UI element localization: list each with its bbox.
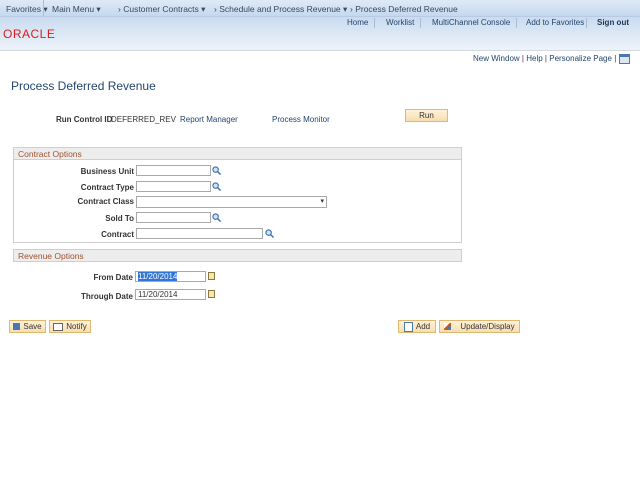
save-icon (13, 323, 21, 330)
business-unit-input[interactable] (136, 165, 211, 176)
divider: | (614, 54, 617, 64)
crumb-label: Process Deferred Revenue (355, 4, 458, 14)
page-toolbar: New Window | Help | Personalize Page | (473, 54, 630, 64)
breadcrumb-schedule-revenue[interactable]: › Schedule and Process Revenue ▾ (214, 4, 347, 15)
nav-bar: Favorites ▾ Main Menu ▾ › Customer Contr… (0, 0, 640, 17)
update-display-button[interactable]: Update/Display (439, 320, 520, 333)
add-to-favorites-link[interactable]: Add to Favorites (526, 18, 584, 27)
main-menu[interactable]: Main Menu ▾ (52, 4, 101, 15)
divider (420, 18, 421, 28)
crumb-label: Customer Contracts (123, 4, 199, 14)
divider (516, 18, 517, 28)
business-unit-label: Business Unit (80, 167, 134, 176)
notify-button[interactable]: Notify (49, 320, 91, 333)
main-menu-label: Main Menu (52, 4, 95, 14)
run-control-label: Run Control ID (56, 115, 113, 124)
divider: | (521, 54, 524, 64)
run-control-value: DEFERRED_REV (111, 115, 176, 124)
lookup-icon[interactable] (212, 213, 221, 222)
envelope-icon (53, 322, 64, 331)
worklist-link[interactable]: Worklist (386, 18, 414, 27)
contract-label: Contract (101, 230, 134, 239)
home-link[interactable]: Home (347, 18, 368, 27)
calendar-icon[interactable] (208, 272, 215, 280)
lookup-icon[interactable] (265, 229, 274, 238)
personalize-page-link[interactable]: Personalize Page (549, 54, 612, 63)
help-link[interactable]: Help (526, 54, 542, 63)
favorites-label: Favorites (6, 4, 41, 14)
chevron-down-icon: ▾ (320, 198, 324, 205)
run-button[interactable]: Run (405, 109, 448, 122)
contract-input[interactable] (136, 228, 263, 239)
process-monitor-link[interactable]: Process Monitor (272, 115, 330, 124)
divider (374, 18, 375, 28)
add-label: Add (415, 322, 431, 331)
from-date-label: From Date (93, 273, 133, 282)
revenue-options-title: Revenue Options (13, 249, 462, 262)
header: Home Worklist MultiChannel Console Add t… (0, 17, 640, 51)
divider: | (544, 54, 547, 64)
notify-label: Notify (66, 322, 87, 331)
favorites-menu[interactable]: Favorites ▾ (6, 4, 48, 15)
through-date-input[interactable]: 11/20/2014 (135, 289, 206, 300)
sold-to-input[interactable] (136, 212, 211, 223)
breadcrumb-current: › Process Deferred Revenue (350, 4, 458, 14)
sold-to-label: Sold To (105, 214, 134, 223)
divider (43, 0, 44, 16)
from-date-input[interactable]: 11/20/2014 (135, 271, 206, 282)
divider (586, 18, 587, 28)
oracle-logo: ORACLE (3, 27, 56, 41)
contract-options-title: Contract Options (13, 147, 462, 160)
multichannel-console-link[interactable]: MultiChannel Console (432, 18, 510, 27)
through-date-label: Through Date (81, 292, 133, 301)
add-icon (403, 321, 413, 332)
from-date-value: 11/20/2014 (138, 272, 178, 281)
report-manager-link[interactable]: Report Manager (180, 115, 238, 124)
contract-class-label: Contract Class (77, 197, 134, 206)
save-button[interactable]: Save (9, 320, 46, 333)
contract-type-label: Contract Type (80, 183, 134, 192)
crumb-label: Schedule and Process Revenue (219, 4, 341, 14)
update-display-label: Update/Display (460, 322, 515, 331)
page-title: Process Deferred Revenue (11, 79, 156, 93)
contract-class-select[interactable]: ▾ (136, 196, 327, 208)
lookup-icon[interactable] (212, 182, 221, 191)
breadcrumb-customer-contracts[interactable]: › Customer Contracts ▾ (118, 4, 205, 15)
lookup-icon[interactable] (212, 166, 221, 175)
add-button[interactable]: Add (398, 320, 436, 333)
new-window-link[interactable]: New Window (473, 54, 520, 63)
sign-out-link[interactable]: Sign out (597, 18, 629, 27)
grid-icon[interactable] (618, 54, 630, 64)
calendar-icon[interactable] (208, 290, 215, 298)
save-label: Save (23, 322, 42, 331)
pencil-icon (444, 323, 452, 330)
contract-type-input[interactable] (136, 181, 211, 192)
